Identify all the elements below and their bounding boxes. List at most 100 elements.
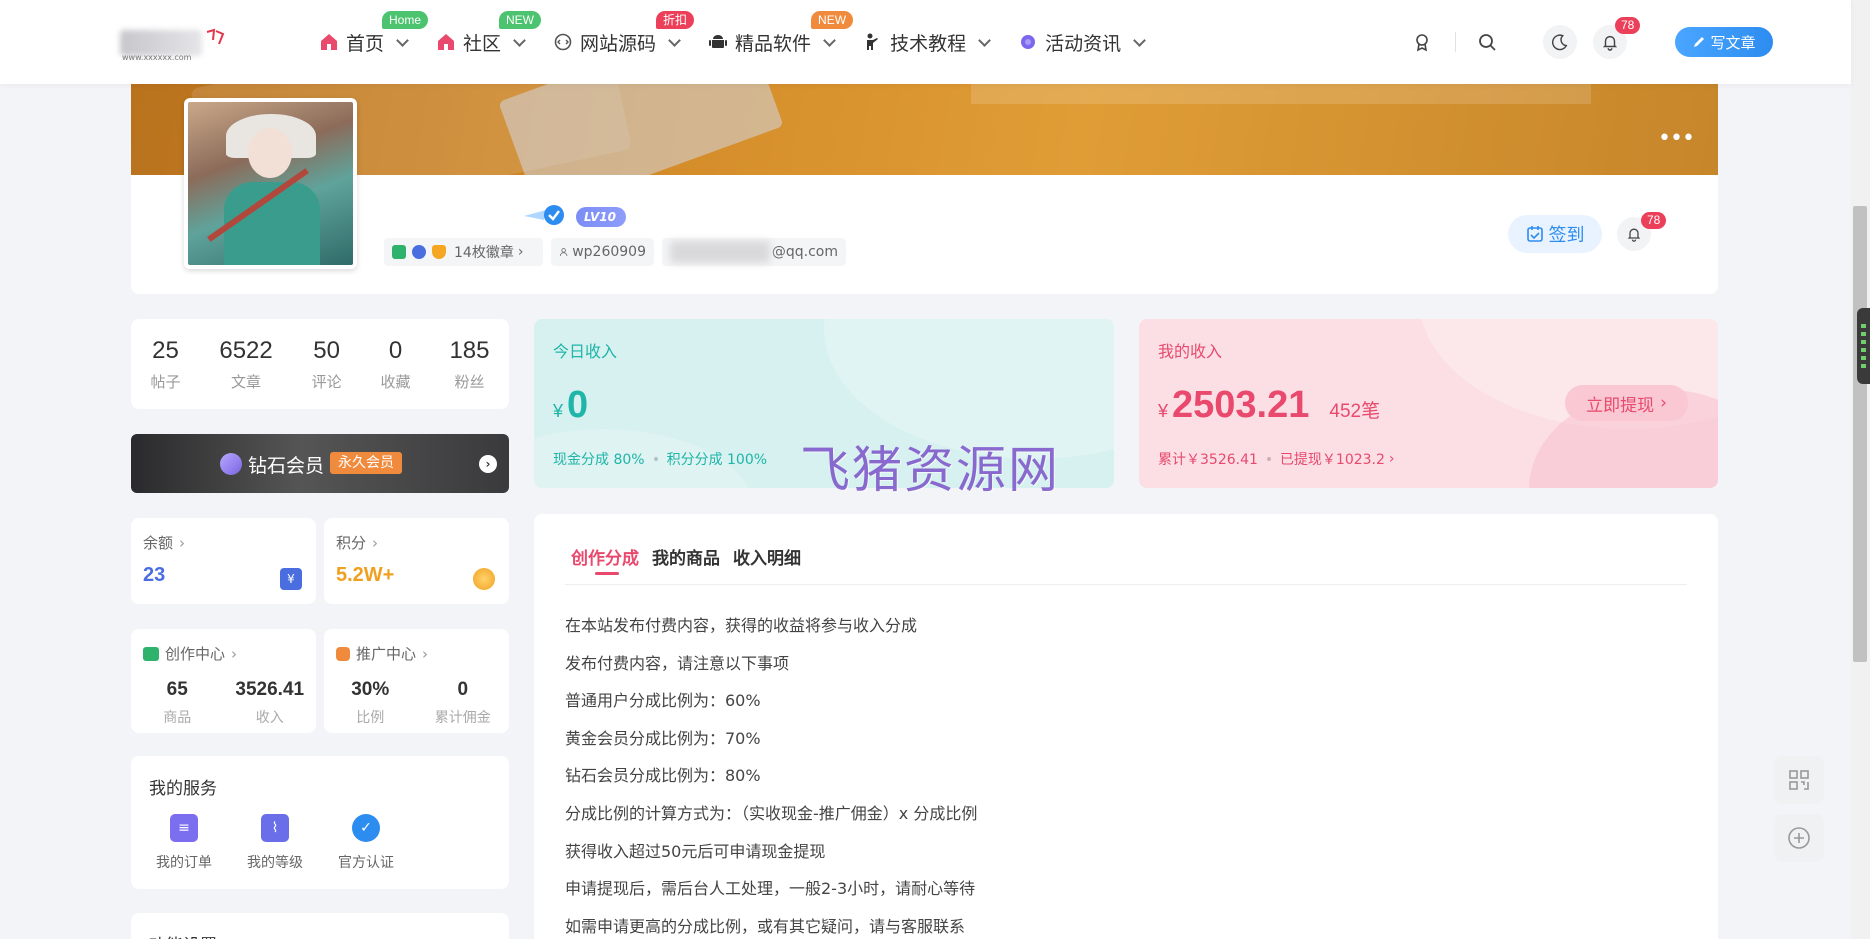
stat-label: 粉丝 (454, 372, 485, 391)
nav-home-label: 首页 (346, 32, 385, 55)
vip-membership-bar[interactable]: 钻石会员 永久会员 › (131, 434, 509, 493)
signin-label: 签到 (1548, 225, 1585, 246)
tab-my-products[interactable]: 我的商品 (652, 544, 720, 581)
service-verification[interactable]: ✓ 官方认证 (326, 814, 406, 872)
cash-share-ratio: 现金分成 80% (553, 452, 645, 468)
banner-decoration (971, 84, 1591, 104)
currency-symbol: ¥ (1158, 401, 1169, 421)
logo-mark-icon (204, 28, 234, 46)
points-card[interactable]: 积分 › 5.2W+ (324, 518, 509, 604)
wallet-icon: ¥ (280, 568, 302, 590)
service-label: 我的等级 (247, 855, 303, 871)
points-value: 5.2W+ (336, 564, 395, 586)
scrollbar-thumb[interactable] (1853, 206, 1867, 662)
stat-posts[interactable]: 25 帖子 (150, 337, 180, 392)
nav-source-code[interactable]: 网站源码 折扣 (552, 10, 695, 56)
balance-value: 23 (143, 564, 166, 586)
side-widget-tab[interactable] (1857, 308, 1870, 384)
user-level-badge[interactable]: LV10 (576, 207, 626, 227)
chevron-right-icon: › (479, 455, 497, 473)
tab-creation-share[interactable]: 创作分成 (571, 544, 639, 581)
verified-badge-icon: ✓ (352, 814, 380, 842)
chevron-right-icon: › (1660, 393, 1667, 413)
nav-home[interactable]: 首页 Home (318, 10, 429, 56)
my-income-label: 我的收入 (1158, 342, 1223, 361)
nav-community-label: 社区 (463, 32, 502, 55)
chevron-right-icon: › (179, 533, 186, 552)
nav-community[interactable]: 社区 NEW (435, 10, 542, 56)
write-article-label: 写文章 (1710, 33, 1756, 52)
chevron-right-icon: › (517, 244, 524, 260)
today-income-label: 今日收入 (553, 342, 618, 361)
stat-label: 文章 (231, 372, 262, 391)
rule-line: 获得收入超过50元后可申请现金提现 (565, 841, 826, 861)
badge-award-icon[interactable] (1405, 25, 1439, 59)
chevron-down-icon (668, 33, 681, 47)
community-icon (435, 31, 457, 53)
rule-line: 分成比例的计算方式为：（实收现金-推广佣金）x 分成比例 (565, 803, 978, 823)
write-article-button[interactable]: 写文章 (1675, 27, 1773, 57)
pencil-icon (1694, 37, 1705, 47)
add-new-icon[interactable] (1774, 814, 1824, 862)
promotion-center-title: 推广中心 (356, 645, 417, 663)
verified-icon[interactable] (524, 202, 568, 232)
logo-url: www.xxxxxx.com (122, 53, 192, 62)
service-label: 官方认证 (338, 855, 394, 871)
currency-symbol: ¥ (553, 401, 564, 421)
chevron-right-icon: › (422, 644, 429, 663)
nav-tutorials-label: 技术教程 (890, 32, 967, 55)
stat-followers[interactable]: 185 粉丝 (449, 337, 489, 392)
tab-income-details[interactable]: 收入明细 (733, 544, 801, 581)
stat-value: 25 (152, 336, 179, 364)
tab-divider (565, 584, 1687, 585)
stat-value: 0 (457, 679, 469, 700)
medal-green-icon (392, 245, 406, 259)
chevron-down-icon (1133, 33, 1146, 47)
medals-chip[interactable]: 14枚徽章 › (384, 238, 543, 266)
user-avatar[interactable] (184, 98, 357, 269)
balance-card[interactable]: 余额 › 23 ¥ (131, 518, 316, 604)
main-nav: 首页 Home 社区 NEW 网站源码 折扣 精品软件 NEW 技术教程 活动资… (318, 0, 1172, 84)
stat-label: 收入 (255, 710, 284, 726)
user-stats-card: 25 帖子 6522 文章 50 评论 0 收藏 185 粉丝 (131, 319, 509, 409)
stat-value: 30% (351, 679, 390, 700)
vip-permanent-tag: 永久会员 (330, 452, 402, 474)
creation-center-card[interactable]: 创作中心 › 65 商品 3526.41 收入 (131, 629, 316, 733)
nav-news[interactable]: 活动资讯 (1017, 29, 1146, 56)
promotion-commission: 0 累计佣金 (417, 679, 510, 727)
rule-line: 申请提现后，需后台人工处理，一般2-3小时，请耐心等待 (565, 879, 976, 899)
chevron-down-icon (978, 33, 991, 47)
promotion-center-card[interactable]: 推广中心 › 30% 比例 0 累计佣金 (324, 629, 509, 733)
withdraw-now-button[interactable]: 立即提现 › (1565, 385, 1688, 421)
nav-home-badge: Home (382, 10, 429, 29)
service-my-orders[interactable]: ≡ 我的订单 (144, 814, 224, 872)
creation-products: 65 商品 (131, 679, 224, 727)
medal-blue-icon (412, 245, 426, 259)
stat-comments[interactable]: 50 评论 (312, 337, 342, 392)
more-options-icon[interactable]: ••• (1658, 126, 1695, 151)
email-suffix: @qq.com (771, 244, 838, 260)
banner-laptop-graphic (498, 84, 784, 175)
stat-articles[interactable]: 6522 文章 (219, 337, 272, 392)
qrcode-icon[interactable] (1774, 756, 1824, 804)
search-icon[interactable] (1470, 25, 1504, 59)
stat-favorites[interactable]: 0 收藏 (381, 337, 411, 392)
home-icon (318, 31, 340, 53)
level-chart-icon: ⌇ (261, 814, 289, 842)
dark-mode-toggle-icon[interactable] (1543, 25, 1577, 59)
withdrawn-amount[interactable]: 已提现￥1023.2 (1280, 449, 1385, 469)
chevron-right-icon: › (1388, 451, 1395, 467)
signin-button[interactable]: 签到 (1508, 215, 1602, 253)
nav-software[interactable]: 精品软件 NEW (707, 10, 854, 56)
nav-tutorials[interactable]: 技术教程 (862, 29, 991, 56)
site-logo[interactable]: www.xxxxxx.com (118, 24, 238, 64)
site-watermark: 飞猪资源网 (800, 441, 1060, 499)
service-my-level[interactable]: ⌇ 我的等级 (235, 814, 315, 872)
today-income-value: 0 (567, 384, 589, 426)
username-chip: wp260909 (551, 238, 654, 266)
nav-source-code-label: 网站源码 (580, 32, 657, 55)
points-share-ratio: 积分分成 100% (666, 452, 768, 468)
total-income: 累计￥3526.41 (1158, 452, 1258, 468)
my-services-card: 我的服务 ≡ 我的订单 ⌇ 我的等级 ✓ 官方认证 (131, 756, 509, 889)
chevron-right-icon: › (231, 644, 238, 663)
